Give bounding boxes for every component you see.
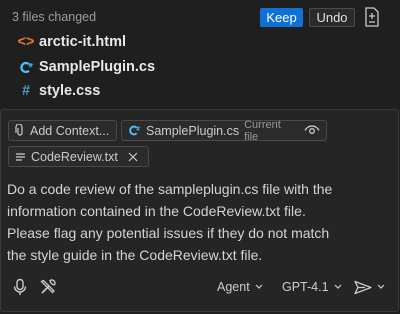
mode-label: Agent (217, 280, 250, 294)
prompt-input[interactable]: Do a code review of the sampleplugin.cs … (7, 178, 392, 266)
chat-input-box[interactable]: Add Context... # SamplePlugin.cs Current… (0, 109, 399, 312)
tools-icon[interactable] (39, 278, 57, 296)
changed-file-item[interactable]: # SamplePlugin.cs (17, 56, 155, 78)
html-code-icon: <> (17, 34, 35, 50)
current-file-tag: Current file (244, 118, 281, 143)
current-file-name: SamplePlugin.cs (146, 123, 240, 138)
attached-file-name: CodeReview.txt (31, 149, 118, 164)
send-icon (354, 280, 372, 294)
keep-button[interactable]: Keep (260, 8, 303, 27)
svg-text:#: # (136, 127, 140, 133)
svg-text:#: # (28, 62, 33, 69)
text-file-icon (15, 152, 26, 162)
add-context-button[interactable]: Add Context... (8, 120, 117, 141)
files-changed-label: 3 files changed (12, 10, 97, 24)
changed-file-item[interactable]: # style.css (17, 80, 100, 102)
mode-dropdown[interactable]: Agent (217, 280, 263, 294)
chevron-down-icon[interactable] (377, 284, 385, 290)
eye-icon[interactable] (304, 125, 320, 136)
file-name: SamplePlugin.cs (39, 59, 156, 75)
prompt-line: Please flag any potential issues if they… (7, 225, 330, 241)
css-hash-icon: # (21, 83, 31, 99)
file-name: style.css (39, 83, 101, 99)
attach-icon (15, 124, 25, 137)
chevron-down-icon (334, 284, 341, 289)
changed-file-item[interactable]: <> arctic-it.html (17, 31, 126, 53)
chevron-down-icon (255, 284, 263, 289)
close-icon[interactable] (128, 152, 138, 162)
current-file-chip[interactable]: # SamplePlugin.cs Current file (121, 118, 327, 143)
add-context-label: Add Context... (30, 123, 110, 138)
model-label: GPT-4.1 (282, 280, 329, 294)
view-diff-icon[interactable] (364, 7, 380, 27)
microphone-icon[interactable] (11, 278, 29, 296)
csharp-icon: # (17, 60, 35, 75)
prompt-line: Do a code review of the sampleplugin.cs … (7, 181, 333, 197)
undo-button[interactable]: Undo (309, 8, 355, 27)
attached-file-chip[interactable]: CodeReview.txt (8, 146, 149, 167)
prompt-line: the style guide in the CodeReview.txt fi… (7, 247, 263, 263)
send-button[interactable] (354, 278, 386, 296)
csharp-icon: # (128, 124, 141, 137)
prompt-line: information contained in the CodeReview.… (7, 203, 306, 219)
file-name: arctic-it.html (39, 34, 127, 50)
changed-files-panel: 3 files changed Keep Undo <> arctic-it.h… (0, 0, 400, 108)
model-dropdown[interactable]: GPT-4.1 (282, 280, 342, 294)
